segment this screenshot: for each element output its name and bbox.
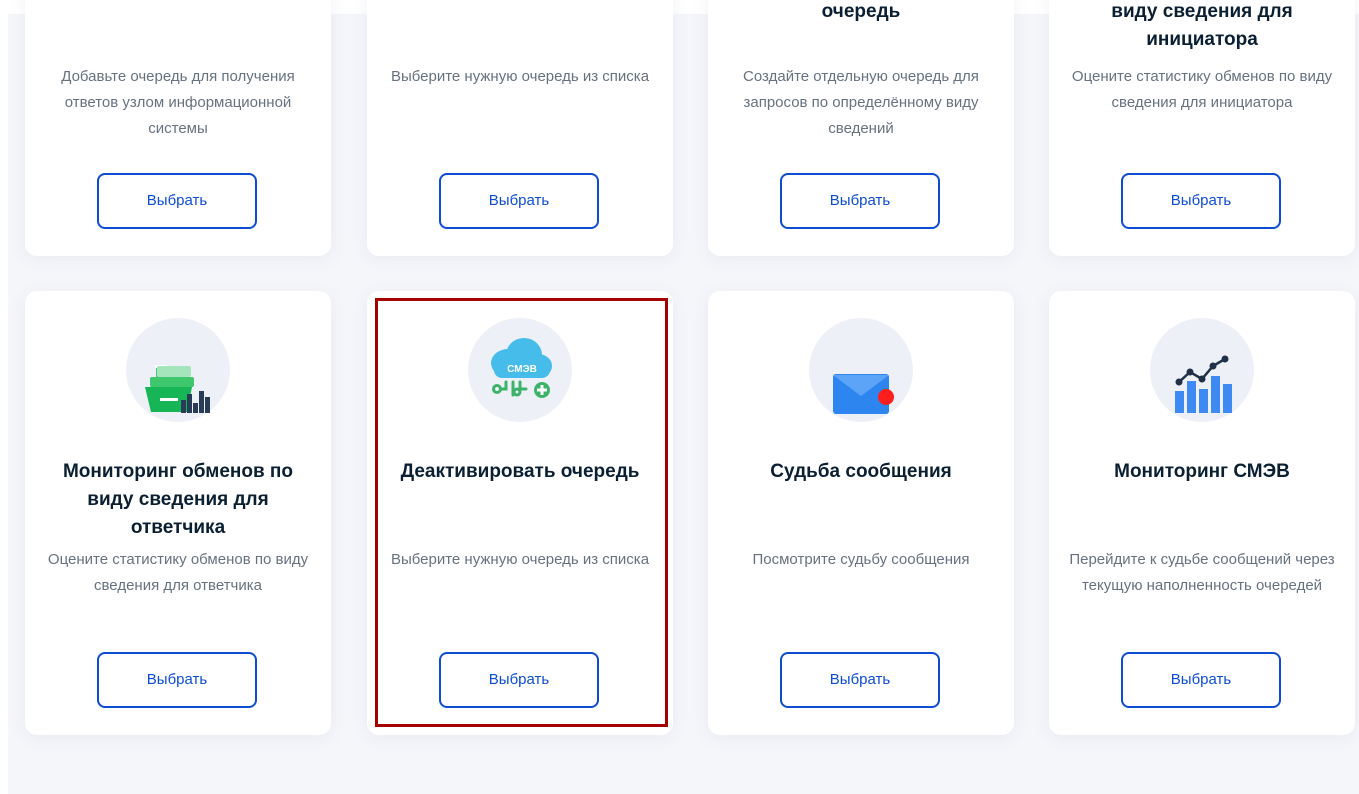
service-card-create-queue: очередь Создайте отдельную очередь для з… — [708, 0, 1014, 256]
card-description: Оцените статистику обменов по виду сведе… — [47, 551, 309, 594]
select-button[interactable]: Выбрать — [1121, 173, 1281, 229]
card-description: Посмотрите судьбу сообщения — [752, 551, 970, 568]
select-button[interactable]: Выбрать — [780, 173, 940, 229]
service-card-message-fate: Судьба сообщения Посмотрите судьбу сообщ… — [708, 291, 1014, 735]
services-page: Добавьте очередь для получения ответов у… — [0, 0, 1359, 794]
smev-cloud-label: СМЭВ — [507, 364, 537, 375]
envelope-notification-icon — [809, 318, 913, 422]
card-title: Мониторинг СМЭВ — [1114, 461, 1290, 482]
service-card-respondent-monitoring: Мониторинг обменов по виду сведения для … — [25, 291, 331, 735]
card-title: Деактивировать очередь — [400, 461, 640, 482]
card-title: виду сведения для инициатора — [1111, 1, 1293, 50]
card-title: очередь — [821, 1, 901, 22]
service-card-initiator-monitoring: виду сведения для инициатора Оцените ста… — [1049, 0, 1355, 256]
service-card-select-queue: Выберите нужную очередь из списка Выбрат… — [367, 0, 673, 256]
card-title: Судьба сообщения — [770, 461, 952, 482]
select-button[interactable]: Выбрать — [97, 652, 257, 708]
smev-cloud-add-icon: СМЭВ — [468, 318, 572, 422]
card-description: Выберите нужную очередь из списка — [390, 551, 650, 568]
select-button[interactable]: Выбрать — [439, 173, 599, 229]
card-description: Оцените статистику обменов по виду сведе… — [1071, 68, 1333, 111]
card-description: Добавьте очередь для получения ответов у… — [61, 68, 295, 137]
card-title: Мониторинг обменов по виду сведения для … — [62, 461, 294, 538]
card-description: Создайте отдельную очередь для запросов … — [743, 68, 979, 137]
service-card-deactivate-queue: СМЭВ Деактивировать очередь Выберите нуж… — [367, 291, 673, 735]
green-queue-chart-icon — [126, 318, 230, 422]
select-button[interactable]: Выбрать — [97, 173, 257, 229]
select-button[interactable]: Выбрать — [439, 652, 599, 708]
select-button[interactable]: Выбрать — [1121, 652, 1281, 708]
service-card-add-queue: Добавьте очередь для получения ответов у… — [25, 0, 331, 256]
card-description: Выберите нужную очередь из списка — [390, 68, 650, 85]
line-bar-chart-icon — [1150, 318, 1254, 422]
select-button[interactable]: Выбрать — [780, 652, 940, 708]
service-card-smev-monitoring: Мониторинг СМЭВ Перейдите к судьбе сообщ… — [1049, 291, 1355, 735]
card-description: Перейдите к судьбе сообщений через текущ… — [1069, 551, 1335, 594]
